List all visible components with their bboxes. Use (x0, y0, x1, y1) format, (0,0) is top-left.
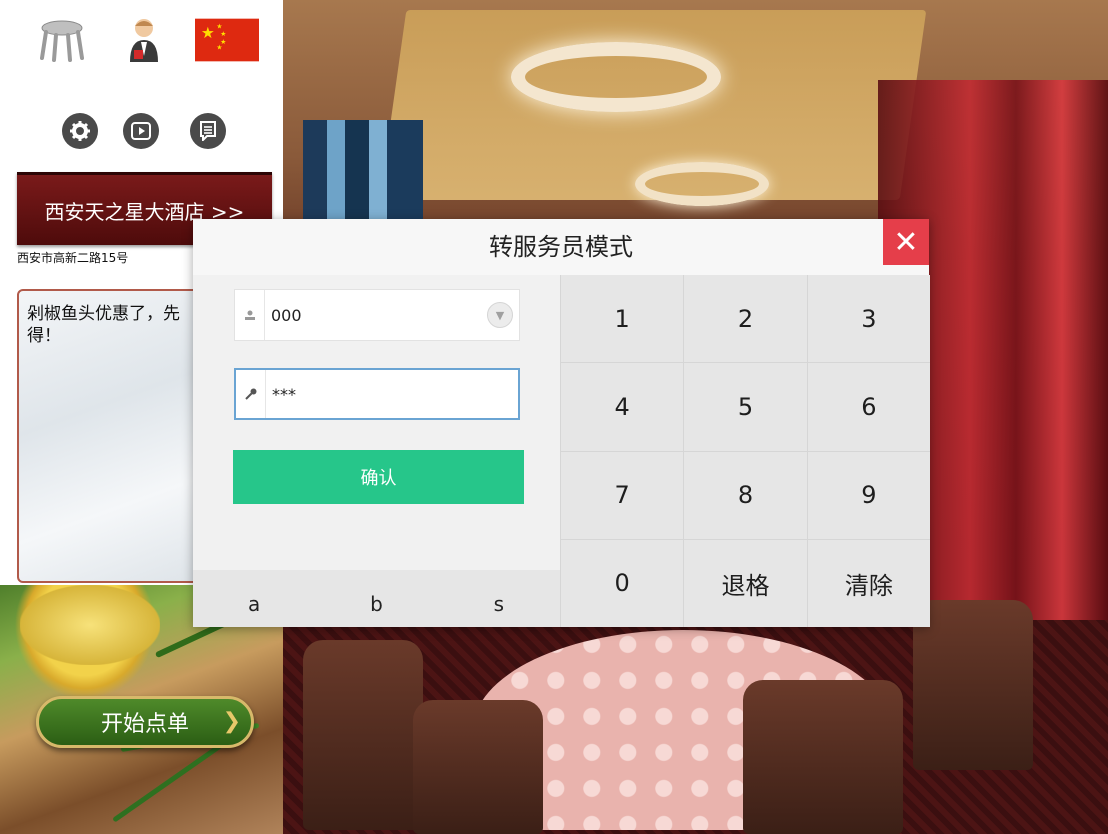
waiter-mode-dialog: 转服务员模式 ✕ ▼ 确认 a b s 1 2 3 4 5 6 7 8 9 0 … (193, 219, 930, 627)
key-4[interactable]: 4 (561, 363, 684, 451)
promotion-text: 剁椒鱼头优惠了，先得！ (27, 304, 180, 346)
key-0[interactable]: 0 (561, 539, 684, 627)
table-icon[interactable] (30, 16, 94, 64)
username-field[interactable]: ▼ (234, 289, 520, 341)
oil-bottle-image (20, 585, 160, 665)
key-8[interactable]: 8 (684, 451, 807, 539)
letter-key-s[interactable]: s (438, 582, 560, 616)
svg-text:★: ★ (220, 30, 226, 38)
svg-text:★: ★ (216, 44, 222, 52)
confirm-button[interactable]: 确认 (233, 450, 524, 504)
gear-icon[interactable] (62, 113, 98, 149)
backspace-key[interactable]: 退格 (684, 539, 807, 627)
start-order-label: 开始点单 (100, 712, 189, 737)
key-icon (236, 370, 266, 418)
letter-keys: a b s (193, 570, 560, 627)
key-3[interactable]: 3 (807, 275, 930, 363)
play-icon[interactable] (123, 113, 159, 149)
dropdown-arrow-icon[interactable]: ▼ (487, 302, 513, 328)
chevron-right-icon: ❯ (222, 709, 241, 734)
waiter-icon[interactable] (112, 16, 176, 64)
china-flag-icon[interactable]: ★ ★ ★ ★ ★ (195, 16, 259, 64)
user-icon (235, 290, 265, 340)
password-field[interactable] (234, 368, 520, 420)
letter-key-b[interactable]: b (315, 582, 437, 616)
chandelier (635, 162, 769, 206)
chair (913, 600, 1033, 770)
promotion-box: 剁椒鱼头优惠了，先得！ (17, 289, 217, 583)
close-icon: ✕ (893, 224, 919, 260)
chair (303, 640, 423, 830)
key-1[interactable]: 1 (561, 275, 684, 363)
message-icon[interactable] (190, 113, 226, 149)
start-order-button[interactable]: 开始点单 ❯ (36, 696, 254, 748)
numeric-keypad: 1 2 3 4 5 6 7 8 9 0 退格 清除 (560, 275, 930, 627)
password-input[interactable] (266, 383, 474, 405)
chandelier (511, 42, 721, 112)
key-9[interactable]: 9 (807, 451, 930, 539)
clear-key[interactable]: 清除 (807, 539, 930, 627)
username-input[interactable] (265, 304, 473, 326)
chair (413, 700, 543, 834)
key-5[interactable]: 5 (684, 363, 807, 451)
key-6[interactable]: 6 (807, 363, 930, 451)
svg-text:★: ★ (216, 22, 222, 30)
key-2[interactable]: 2 (684, 275, 807, 363)
letter-key-a[interactable]: a (193, 582, 315, 616)
key-7[interactable]: 7 (561, 451, 684, 539)
hotel-address: 西安市高新二路15号 (17, 251, 129, 265)
close-button[interactable]: ✕ (883, 219, 929, 265)
chair (743, 680, 903, 834)
svg-text:★: ★ (201, 24, 215, 42)
dialog-title: 转服务员模式 (193, 219, 929, 275)
